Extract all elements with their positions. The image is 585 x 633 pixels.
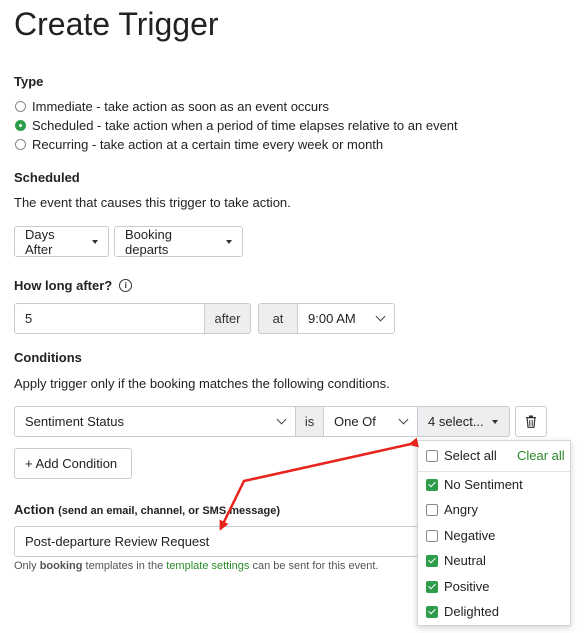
- chevron-down-icon: [398, 414, 409, 425]
- event-select-value: Booking departs: [125, 226, 172, 257]
- operator-select-value: One Of: [334, 414, 376, 429]
- select-all-checkbox[interactable]: [426, 449, 438, 462]
- how-long-heading: How long after? i: [14, 278, 133, 293]
- unit-select-value: Days After: [25, 226, 55, 257]
- how-long-label: How long after?: [14, 278, 113, 293]
- values-multiselect-value: 4 select...: [428, 414, 484, 429]
- action-sublabel: (send an email, channel, or SMS message): [58, 505, 280, 517]
- at-addon: at: [258, 303, 298, 334]
- template-settings-link[interactable]: template settings: [166, 560, 249, 572]
- add-condition-button[interactable]: + Add Condition: [14, 448, 132, 479]
- help-mid: templates in the: [82, 560, 167, 572]
- action-heading: Action (send an email, channel, or SMS m…: [14, 502, 280, 517]
- delay-input-value: 5: [25, 311, 33, 326]
- option-label: Angry: [444, 502, 478, 517]
- radio-recurring-label: Recurring - take action at a certain tim…: [32, 137, 384, 152]
- action-select-value: Post-departure Review Request: [25, 534, 210, 549]
- option-label: No Sentiment: [444, 477, 523, 492]
- time-select[interactable]: 9:00 AM: [297, 303, 395, 334]
- condition-field-value: Sentiment Status: [25, 414, 124, 429]
- select-all-option[interactable]: Select all: [426, 448, 497, 463]
- action-help-text: Only booking templates in the template s…: [14, 560, 378, 572]
- option-checkbox[interactable]: [426, 503, 438, 516]
- option-neutral[interactable]: Neutral: [426, 553, 486, 568]
- conditions-heading: Conditions: [14, 350, 82, 365]
- option-delighted[interactable]: Delighted: [426, 604, 499, 619]
- is-addon: is: [295, 406, 324, 437]
- radio-scheduled-control[interactable]: [15, 120, 26, 131]
- conditions-description: Apply trigger only if the booking matche…: [14, 376, 390, 391]
- option-negative[interactable]: Negative: [426, 528, 495, 543]
- after-addon: after: [204, 303, 251, 334]
- sentiment-dropdown: Select all Clear all No Sentiment Angry …: [417, 440, 571, 626]
- caret-down-icon: [226, 239, 232, 244]
- caret-down-icon: [92, 239, 98, 244]
- dropdown-divider: [418, 471, 570, 472]
- radio-immediate-label: Immediate - take action as soon as an ev…: [32, 99, 329, 114]
- help-suffix: can be sent for this event.: [249, 560, 379, 572]
- option-label: Neutral: [444, 553, 486, 568]
- radio-scheduled-label: Scheduled - take action when a period of…: [32, 118, 458, 133]
- condition-field-select[interactable]: Sentiment Status: [14, 406, 296, 437]
- radio-recurring-control[interactable]: [15, 139, 26, 150]
- scheduled-description: The event that causes this trigger to ta…: [14, 195, 291, 210]
- unit-select[interactable]: Days After: [14, 226, 109, 257]
- time-select-value: 9:00 AM: [308, 311, 356, 326]
- trash-icon: [526, 415, 536, 428]
- option-checkbox[interactable]: [426, 554, 438, 567]
- caret-down-icon: [491, 419, 498, 424]
- radio-immediate[interactable]: Immediate - take action as soon as an ev…: [15, 97, 458, 116]
- delay-input[interactable]: 5: [14, 303, 205, 334]
- clear-all-link[interactable]: Clear all: [517, 448, 565, 463]
- info-icon[interactable]: i: [119, 279, 133, 292]
- radio-immediate-control[interactable]: [15, 101, 26, 112]
- operator-select[interactable]: One Of: [323, 406, 418, 437]
- values-multiselect[interactable]: 4 select...: [417, 406, 510, 437]
- option-label: Delighted: [444, 604, 499, 619]
- option-positive[interactable]: Positive: [426, 579, 490, 594]
- chevron-down-icon: [375, 311, 386, 322]
- option-checkbox[interactable]: [426, 605, 438, 618]
- delete-condition-button[interactable]: [515, 406, 547, 437]
- option-no-sentiment[interactable]: No Sentiment: [426, 477, 523, 492]
- scheduled-heading: Scheduled: [14, 170, 80, 185]
- option-label: Positive: [444, 579, 490, 594]
- action-label: Action: [14, 502, 55, 517]
- option-angry[interactable]: Angry: [426, 502, 478, 517]
- select-all-label: Select all: [444, 448, 497, 463]
- option-checkbox[interactable]: [426, 529, 438, 542]
- radio-scheduled[interactable]: Scheduled - take action when a period of…: [15, 116, 458, 135]
- event-select[interactable]: Booking departs: [114, 226, 243, 257]
- option-checkbox[interactable]: [426, 478, 438, 491]
- help-prefix: Only: [14, 560, 40, 572]
- action-select[interactable]: Post-departure Review Request: [14, 526, 434, 557]
- page-title: Create Trigger: [14, 6, 219, 42]
- radio-recurring[interactable]: Recurring - take action at a certain tim…: [15, 135, 458, 154]
- chevron-down-icon: [276, 414, 287, 425]
- option-label: Negative: [444, 528, 496, 543]
- help-bold: booking: [39, 560, 83, 572]
- type-radio-group: Immediate - take action as soon as an ev…: [15, 97, 458, 154]
- option-checkbox[interactable]: [426, 580, 438, 593]
- type-heading: Type: [14, 74, 44, 89]
